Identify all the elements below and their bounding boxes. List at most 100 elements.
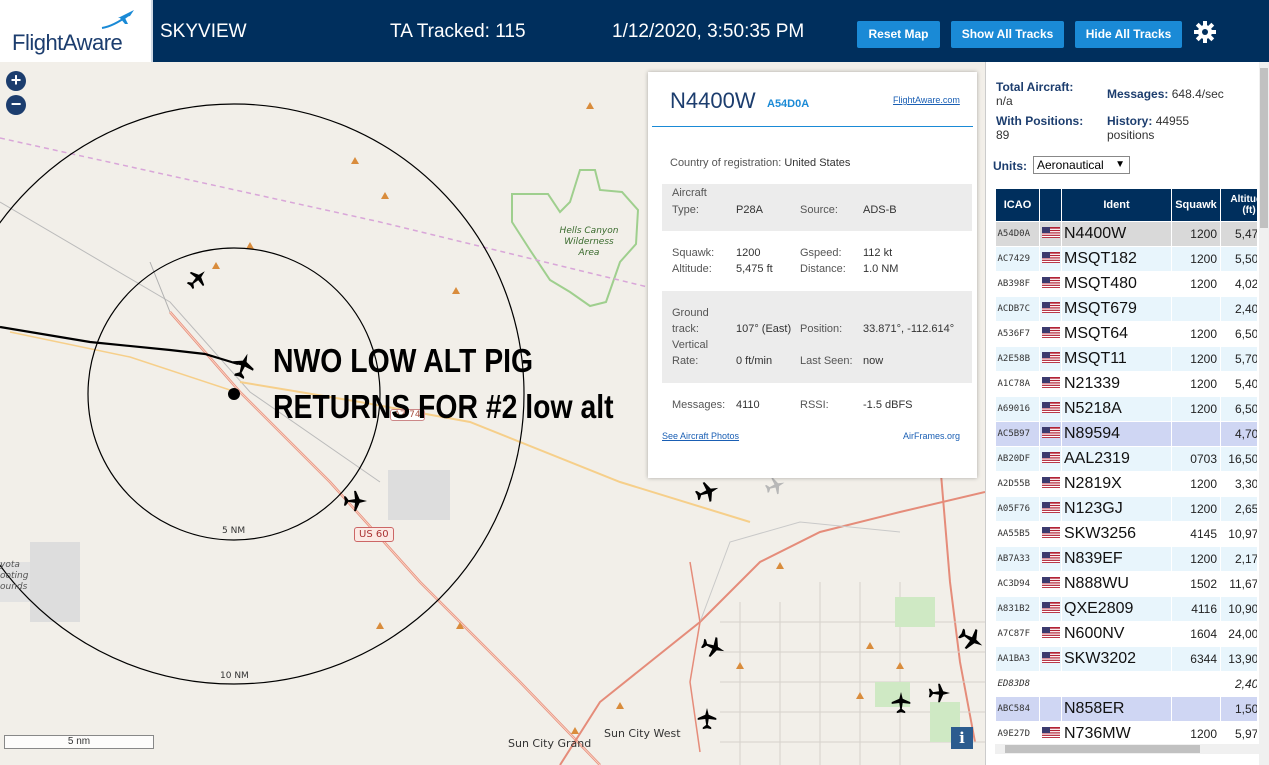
aircraft-icon[interactable] — [928, 682, 950, 704]
table-row[interactable]: AC7429 MSQT1821200 5,500 — [995, 246, 1257, 272]
tracked-count: TA Tracked: 115 — [390, 21, 526, 42]
gspeed-value: 112 kt — [863, 247, 893, 259]
cell-squawk: 1200 — [1171, 321, 1221, 347]
aircraft-table-container[interactable]: ICAO Ident Squawk Altitude (ft) A54D0A N4… — [995, 188, 1257, 744]
table-row[interactable]: AA1BA3 SKW3202634413,900▼ — [995, 646, 1257, 672]
flightaware-logo[interactable]: FlightAware — [0, 0, 153, 62]
cell-squawk — [1171, 296, 1221, 322]
us-flag-icon — [1042, 477, 1060, 488]
us-flag-icon — [1042, 627, 1060, 638]
cell-icao: A536F7 — [995, 321, 1040, 347]
table-row[interactable]: AC5B97 N89594 4,700▲ — [995, 421, 1257, 447]
us-flag-icon — [1042, 227, 1060, 238]
units-select[interactable]: Aeronautical ▼ — [1033, 156, 1130, 174]
app-name: SKYVIEW — [160, 21, 247, 42]
popup-hex: A54D0A — [767, 98, 810, 110]
place-sun-city-grand: Sun City Grand — [508, 737, 592, 750]
table-row[interactable]: A2D55B N2819X12003,300▼ — [995, 471, 1257, 497]
table-row[interactable]: AA55B5 SKW3256414510,975▲ — [995, 521, 1257, 547]
col-header-ident[interactable]: Ident — [1061, 188, 1172, 222]
table-row[interactable]: A2E58B MSQT1112005,700▲ — [995, 346, 1257, 372]
cell-icao: AB7A33 — [995, 546, 1040, 572]
us-flag-icon — [1042, 302, 1060, 313]
aircraft-icon-faded[interactable] — [765, 476, 785, 496]
airframes-link[interactable]: AirFrames.org — [903, 431, 960, 441]
altitude-value: 6,500 — [1234, 402, 1257, 416]
altitude-value: 2,175 — [1234, 552, 1257, 566]
aircraft-icon[interactable] — [343, 489, 367, 513]
altitude-value: 24,000 — [1228, 627, 1257, 641]
col-header-altitude-line1: Altitude — [1230, 194, 1257, 205]
horizontal-scroll-thumb[interactable] — [1005, 745, 1200, 753]
zoom-in-button[interactable]: + — [6, 71, 26, 91]
flightaware-link[interactable]: FlightAware.com — [893, 95, 960, 105]
table-row[interactable]: A54D0A N4400W1200 5,475 — [995, 221, 1257, 247]
cell-icao: A69016 — [995, 396, 1040, 422]
cell-ident: N4400W — [1061, 221, 1172, 247]
aircraft-icon[interactable] — [695, 480, 719, 504]
table-row[interactable]: AB398F MSQT48012004,025▼ — [995, 271, 1257, 297]
horizontal-scrollbar[interactable] — [995, 744, 1259, 754]
rate-value: 0 ft/min — [736, 355, 773, 367]
cell-flag — [1039, 221, 1062, 247]
table-row[interactable]: A05F76 N123GJ12002,650▼ — [995, 496, 1257, 522]
cell-flag — [1039, 646, 1062, 672]
source-label: Source: — [800, 204, 838, 216]
messages-label: Messages: — [672, 399, 726, 411]
cell-ident: N888WU — [1061, 571, 1172, 597]
top-header: FlightAware SKYVIEW TA Tracked: 115 1/12… — [0, 0, 1269, 62]
aircraft-icon[interactable] — [890, 692, 912, 714]
total-aircraft-value: n/a — [996, 94, 1013, 108]
vertical-label: Vertical — [672, 339, 709, 351]
cell-squawk — [1171, 696, 1221, 722]
aircraft-icon-selected[interactable] — [232, 353, 254, 379]
cell-squawk: 1200 — [1171, 721, 1221, 744]
col-header-icao[interactable]: ICAO — [995, 188, 1040, 222]
cell-icao: A1C78A — [995, 371, 1040, 397]
table-row[interactable]: AB7A33 N839EF12002,175▼ — [995, 546, 1257, 572]
cell-altitude: 16,500▲ — [1220, 446, 1257, 472]
cell-icao: A2E58B — [995, 346, 1040, 372]
table-row[interactable]: ACDB7C MSQT679 2,400 — [995, 296, 1257, 322]
cell-altitude: 10,900▲ — [1220, 596, 1257, 622]
show-all-tracks-button[interactable]: Show All Tracks — [951, 21, 1064, 48]
col-header-flag[interactable] — [1039, 188, 1062, 222]
vertical-scroll-thumb[interactable] — [1260, 68, 1268, 228]
cell-flag — [1039, 246, 1062, 272]
cell-altitude: 6,500 — [1220, 396, 1257, 422]
table-row[interactable]: AC3D94 N888WU150211,675▲ — [995, 571, 1257, 597]
aircraft-photos-link[interactable]: See Aircraft Photos — [662, 431, 739, 441]
col-header-squawk[interactable]: Squawk — [1171, 188, 1221, 222]
aircraft-icon[interactable] — [186, 268, 208, 290]
table-row[interactable]: A69016 N5218A1200 6,500 — [995, 396, 1257, 422]
us-flag-icon — [1042, 402, 1060, 413]
aircraft-icon[interactable] — [701, 635, 725, 659]
table-row[interactable]: ED83D8 2,400 — [995, 671, 1257, 697]
ring-label-5nm: 5 NM — [222, 526, 246, 536]
cell-icao: ABC584 — [995, 696, 1040, 722]
table-row[interactable]: ABC584 N858ER 1,500▼ — [995, 696, 1257, 722]
table-row[interactable]: A7C87F N600NV1604 24,000 — [995, 621, 1257, 647]
table-row[interactable]: A9E27D N736MW12005,975▼ — [995, 721, 1257, 744]
reset-map-button[interactable]: Reset Map — [857, 21, 940, 48]
table-row[interactable]: A1C78A N213391200 5,400 — [995, 371, 1257, 397]
vertical-scrollbar[interactable] — [1259, 62, 1269, 765]
country-value: United States — [784, 157, 851, 169]
col-header-altitude[interactable]: Altitude (ft) — [1220, 188, 1257, 222]
gear-icon[interactable] — [1193, 20, 1217, 44]
table-row[interactable]: AB20DF AAL2319070316,500▲ — [995, 446, 1257, 472]
ground-label: Ground — [672, 307, 709, 319]
cell-ident: SKW3202 — [1061, 646, 1172, 672]
table-row[interactable]: A831B2 QXE2809411610,900▲ — [995, 596, 1257, 622]
table-row[interactable]: A536F7 MSQT6412006,500▼ — [995, 321, 1257, 347]
zoom-out-button[interactable]: − — [6, 95, 26, 115]
aircraft-icon[interactable] — [958, 626, 984, 652]
cell-icao: A9E27D — [995, 721, 1040, 744]
aircraft-icon[interactable] — [696, 708, 718, 730]
us-flag-icon — [1042, 527, 1060, 538]
info-button[interactable]: i — [951, 727, 973, 749]
cell-icao: A05F76 — [995, 496, 1040, 522]
hide-all-tracks-button[interactable]: Hide All Tracks — [1075, 21, 1182, 48]
altitude-value: 5,475 ft — [736, 263, 773, 275]
gspeed-label: Gspeed: — [800, 247, 842, 259]
